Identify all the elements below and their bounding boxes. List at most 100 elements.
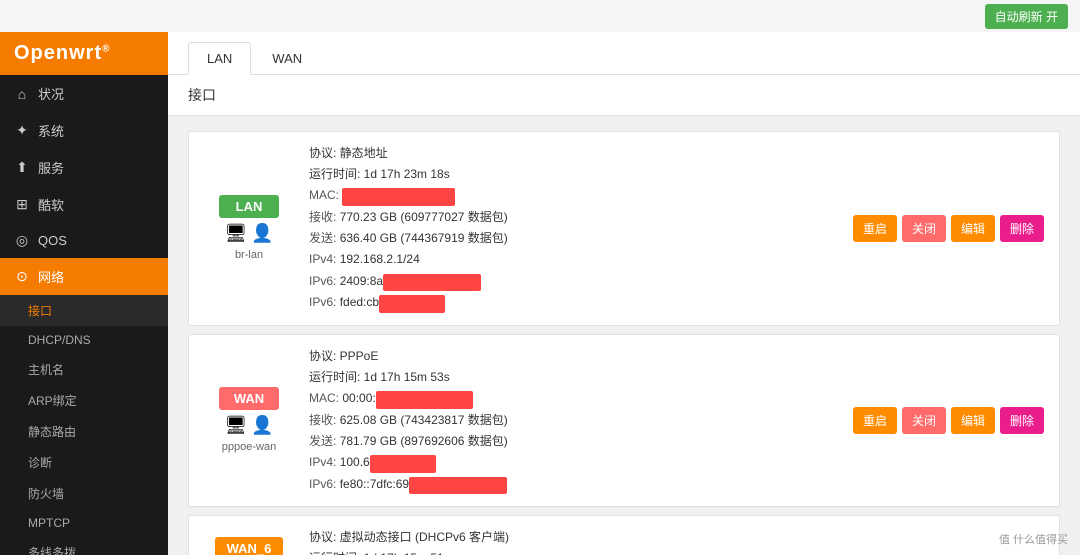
lan-mac: MAC: ██████████████: [309, 186, 838, 206]
qos-icon: ◎: [14, 232, 30, 249]
home-icon: ⌂: [14, 86, 30, 102]
watermark: 值 什么值得买: [999, 531, 1068, 547]
wan-uptime: 运行时间: 1d 17h 15m 53s: [309, 368, 838, 387]
wan-mac: MAC: 00:00:████████████: [309, 389, 838, 409]
tab-wan[interactable]: WAN: [253, 42, 321, 74]
lan-tx: 发送: 636.40 GB (744367919 数据包): [309, 229, 838, 248]
sidebar-label-system: 系统: [38, 121, 64, 140]
iface-card-wan6: WAN_6 🖥 👤 pppoe-wan 协议: 虚拟动态接口 (DHCPv6 客…: [188, 515, 1060, 555]
wan6-info: 协议: 虚拟动态接口 (DHCPv6 客户端) 运行时间: 1d 17h 15m…: [309, 528, 838, 555]
sidebar-item-diag[interactable]: 诊断: [0, 447, 168, 478]
wan-stop-button[interactable]: 关闭: [902, 407, 946, 434]
wan-badge-col: WAN 🖥 👤 pppoe-wan: [204, 387, 294, 453]
lan-info: 协议: 静态地址 运行时间: 1d 17h 23m 18s MAC: █████…: [309, 144, 838, 313]
sidebar-item-dhcp[interactable]: DHCP/DNS: [0, 326, 168, 354]
lan-stop-button[interactable]: 关闭: [902, 215, 946, 242]
iface-card-lan: LAN 🖥 👤 br-lan 协议: 静态地址 运行时间: 1d 17h 23m…: [188, 131, 1060, 326]
sidebar-item-network[interactable]: ⊙ 网络: [0, 258, 168, 295]
wan-mac-redacted: ████████████: [376, 391, 474, 409]
wan-device-icon2: 👤: [251, 415, 273, 436]
wan-restart-button[interactable]: 重启: [853, 407, 897, 434]
sidebar-item-system[interactable]: ✦ 系统: [0, 112, 168, 149]
sidebar-label-status: 状况: [38, 84, 64, 103]
sidebar-label-ruanuan: 酷软: [38, 195, 64, 214]
sidebar-label-static-route: 静态路由: [28, 423, 76, 440]
sidebar-item-status[interactable]: ⌂ 状况: [0, 75, 168, 112]
sidebar-item-arp[interactable]: ARP绑定: [0, 385, 168, 416]
lan-edit-button[interactable]: 编辑: [951, 215, 995, 242]
wan-actions: 重启 关闭 编辑 删除: [853, 407, 1044, 434]
wan-edit-button[interactable]: 编辑: [951, 407, 995, 434]
sidebar-item-mptcp[interactable]: MPTCP: [0, 509, 168, 537]
sidebar-label-network: 网络: [38, 267, 64, 286]
wan-ipv4: IPv4: 100.6████████: [309, 453, 838, 473]
lan-mac-redacted: ██████████████: [342, 188, 455, 206]
sidebar-label-mptcp: MPTCP: [28, 516, 70, 530]
tabs-bar: LAN WAN: [168, 32, 1080, 75]
system-icon: ✦: [14, 122, 30, 139]
iface-card-wan: WAN 🖥 👤 pppoe-wan 协议: PPPoE 运行时间: 1d 17h…: [188, 334, 1060, 508]
logo-sup: ®: [102, 43, 110, 54]
sidebar-item-qos[interactable]: ◎ QOS: [0, 223, 168, 258]
sidebar-label-firewall: 防火墙: [28, 485, 64, 502]
wan-device-icon: 🖥: [224, 415, 247, 436]
sidebar-item-multiwan[interactable]: 多线多拨: [0, 537, 168, 555]
sidebar-logo[interactable]: Openwrt®: [0, 32, 168, 75]
wan-delete-button[interactable]: 删除: [1000, 407, 1044, 434]
services-icon: ⬆: [14, 159, 30, 176]
lan-iface-name: br-lan: [235, 249, 263, 261]
sidebar-item-hostname[interactable]: 主机名: [0, 354, 168, 385]
sidebar-item-services[interactable]: ⬆ 服务: [0, 149, 168, 186]
lan-uptime: 运行时间: 1d 17h 23m 18s: [309, 165, 838, 184]
lan-badge: LAN: [219, 195, 279, 218]
lan-delete-button[interactable]: 删除: [1000, 215, 1044, 242]
lan-badge-col: LAN 🖥 👤 br-lan: [204, 195, 294, 261]
lan-ipv6-redacted: ████████████: [383, 274, 481, 292]
wan-ipv6: IPv6: fe80::7dfc:69████████████: [309, 475, 838, 495]
wan-iface-name: pppoe-wan: [222, 441, 276, 453]
sidebar-label-services: 服务: [38, 158, 64, 177]
ruanuan-icon: ⊞: [14, 196, 30, 213]
network-icon: ⊙: [14, 268, 30, 285]
wan-badge: WAN: [219, 387, 279, 410]
wan-tx: 发送: 781.79 GB (897692606 数据包): [309, 432, 838, 451]
lan-restart-button[interactable]: 重启: [853, 215, 897, 242]
wan-info: 协议: PPPoE 运行时间: 1d 17h 15m 53s MAC: 00:0…: [309, 347, 838, 495]
section-heading: 接口: [168, 75, 1080, 116]
sidebar-label-hostname: 主机名: [28, 361, 64, 378]
sidebar-item-iface[interactable]: 接口: [0, 295, 168, 326]
lan-ipv6b: IPv6: fded:cb████████: [309, 293, 838, 313]
sidebar-item-firewall[interactable]: 防火墙: [0, 478, 168, 509]
lan-rx: 接收: 770.23 GB (609777027 数据包): [309, 208, 838, 227]
lan-device-icon: 🖥: [224, 223, 247, 244]
topbar: 自动刷新 开: [0, 0, 1080, 32]
sidebar-label-dhcp: DHCP/DNS: [28, 333, 91, 347]
sidebar-label-iface: 接口: [28, 302, 52, 319]
sidebar: Openwrt® ⌂ 状况 ✦ 系统 ⬆ 服务 ⊞ 酷软 ◎ QOS ⊙ 网络 …: [0, 32, 168, 555]
wan6-badge: WAN_6: [215, 537, 284, 555]
lan-protocol: 协议: 静态地址: [309, 144, 838, 163]
lan-actions: 重启 关闭 编辑 删除: [853, 215, 1044, 242]
wan-ipv6-redacted: ████████████: [409, 477, 507, 495]
interfaces-container: LAN 🖥 👤 br-lan 协议: 静态地址 运行时间: 1d 17h 23m…: [168, 116, 1080, 555]
sidebar-label-multiwan: 多线多拨: [28, 544, 76, 555]
lan-ipv6a: IPv6: 2409:8a████████████: [309, 272, 838, 292]
tab-lan[interactable]: LAN: [188, 42, 251, 75]
wan-rx: 接收: 625.08 GB (743423817 数据包): [309, 411, 838, 430]
sidebar-label-qos: QOS: [38, 233, 67, 248]
wan-icon-row: 🖥 👤: [224, 415, 273, 436]
lan-ipv4: IPv4: 192.168.2.1/24: [309, 250, 838, 269]
wan6-badge-col: WAN_6 🖥 👤 pppoe-wan: [204, 537, 294, 555]
sidebar-label-diag: 诊断: [28, 454, 52, 471]
wan6-protocol: 协议: 虚拟动态接口 (DHCPv6 客户端): [309, 528, 838, 547]
main-layout: Openwrt® ⌂ 状况 ✦ 系统 ⬆ 服务 ⊞ 酷软 ◎ QOS ⊙ 网络 …: [0, 32, 1080, 555]
wan6-uptime: 运行时间: 1d 17h 15m 51s: [309, 549, 838, 555]
sidebar-item-static-route[interactable]: 静态路由: [0, 416, 168, 447]
lan-device-icon2: 👤: [251, 223, 273, 244]
main-content: LAN WAN 接口 LAN 🖥 👤 br-lan 协议: 静态地址 运行时: [168, 32, 1080, 555]
wan-ipv4-redacted: ████████: [370, 455, 436, 473]
lan-icon-row: 🖥 👤: [224, 223, 273, 244]
logo-text: Openwrt: [14, 42, 102, 64]
sidebar-item-ruanuan[interactable]: ⊞ 酷软: [0, 186, 168, 223]
auto-refresh-button[interactable]: 自动刷新 开: [985, 4, 1068, 29]
